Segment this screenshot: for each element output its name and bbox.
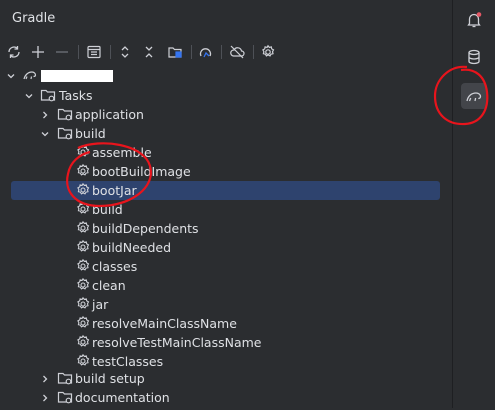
task-label: classes xyxy=(92,259,138,274)
notifications-icon[interactable] xyxy=(461,7,487,33)
gear-task-icon xyxy=(75,277,91,293)
execute-task-icon[interactable] xyxy=(196,42,216,62)
gear-task-icon xyxy=(75,201,91,217)
gradle-icon[interactable] xyxy=(461,83,487,109)
task-label: clean xyxy=(92,278,126,293)
link-project-icon[interactable] xyxy=(165,42,185,62)
gear-task-icon xyxy=(75,163,91,179)
chevron-right-icon[interactable] xyxy=(39,105,51,124)
gear-task-icon xyxy=(75,239,91,255)
folder-tasks-icon xyxy=(57,389,73,405)
remove-icon[interactable] xyxy=(52,42,72,62)
folder-tasks-icon xyxy=(57,125,73,141)
folder-tasks-icon xyxy=(40,87,56,103)
task-row[interactable]: bootJar xyxy=(0,181,452,200)
group-label: build setup xyxy=(75,371,145,386)
right-tool-stripe xyxy=(433,0,495,408)
gradle-tool-window: Gradle Tasks application build assemble … xyxy=(0,0,452,408)
toolbar-separator xyxy=(221,45,222,59)
tree-row-documentation[interactable]: documentation xyxy=(0,388,452,407)
folder-tasks-icon xyxy=(57,370,73,386)
task-row[interactable]: assemble xyxy=(0,143,452,162)
gradle-project-icon xyxy=(22,67,38,83)
task-row[interactable]: build xyxy=(0,200,452,219)
task-label: resolveTestMainClassName xyxy=(92,335,262,350)
chevron-down-icon[interactable] xyxy=(39,124,51,143)
tree-row-build-group[interactable]: build xyxy=(0,124,452,143)
chevron-right-icon[interactable] xyxy=(39,369,51,388)
folder-tasks-icon xyxy=(57,106,73,122)
toolbar-separator xyxy=(253,45,254,59)
gear-task-icon xyxy=(75,296,91,312)
task-row[interactable]: bootBuildImage xyxy=(0,162,452,181)
chevron-right-icon[interactable] xyxy=(39,388,51,407)
gear-task-icon xyxy=(75,182,91,198)
task-row[interactable]: buildNeeded xyxy=(0,238,452,257)
task-row[interactable]: resolveMainClassName xyxy=(0,314,452,333)
task-row[interactable]: classes xyxy=(0,257,452,276)
task-row[interactable]: buildDependents xyxy=(0,219,452,238)
database-icon[interactable] xyxy=(461,44,487,70)
tree-row-build-setup[interactable]: build setup xyxy=(0,369,452,388)
toolbar-separator xyxy=(191,45,192,59)
task-label: build xyxy=(92,202,123,217)
offline-mode-icon[interactable] xyxy=(227,42,247,62)
tasks-view-icon[interactable] xyxy=(84,42,104,62)
task-label: resolveMainClassName xyxy=(92,316,237,331)
gear-task-icon xyxy=(75,315,91,331)
task-label: assemble xyxy=(92,145,152,160)
gear-task-icon xyxy=(75,144,91,160)
gear-task-icon xyxy=(75,220,91,236)
task-label: buildNeeded xyxy=(92,240,172,255)
tree-row-tasks[interactable]: Tasks xyxy=(0,86,452,105)
task-label: buildDependents xyxy=(92,221,199,236)
gear-task-icon xyxy=(75,334,91,350)
task-row[interactable]: resolveTestMainClassName xyxy=(0,333,452,352)
toolbar-separator xyxy=(110,45,111,59)
gradle-toolbar xyxy=(0,42,452,64)
group-label: documentation xyxy=(75,390,170,405)
panel-title: Gradle xyxy=(12,11,56,26)
task-row[interactable]: clean xyxy=(0,276,452,295)
gear-task-icon xyxy=(75,353,91,369)
chevron-down-icon[interactable] xyxy=(5,66,17,85)
task-label: bootJar xyxy=(92,183,137,198)
task-label: bootBuildImage xyxy=(92,164,191,179)
redacted-project-name xyxy=(41,70,113,82)
tree-row-application[interactable]: application xyxy=(0,105,452,124)
tasks-label: Tasks xyxy=(59,88,93,103)
task-row[interactable]: jar xyxy=(0,295,452,314)
group-label: build xyxy=(75,126,106,141)
gear-task-icon xyxy=(75,258,91,274)
reload-icon[interactable] xyxy=(4,42,24,62)
toolbar-separator xyxy=(78,45,79,59)
chevron-down-icon[interactable] xyxy=(23,86,35,105)
group-label: application xyxy=(75,107,144,122)
expand-all-icon[interactable] xyxy=(115,42,135,62)
collapse-all-icon[interactable] xyxy=(139,42,159,62)
task-label: jar xyxy=(92,297,109,312)
settings-icon[interactable] xyxy=(258,42,278,62)
add-icon[interactable] xyxy=(28,42,48,62)
